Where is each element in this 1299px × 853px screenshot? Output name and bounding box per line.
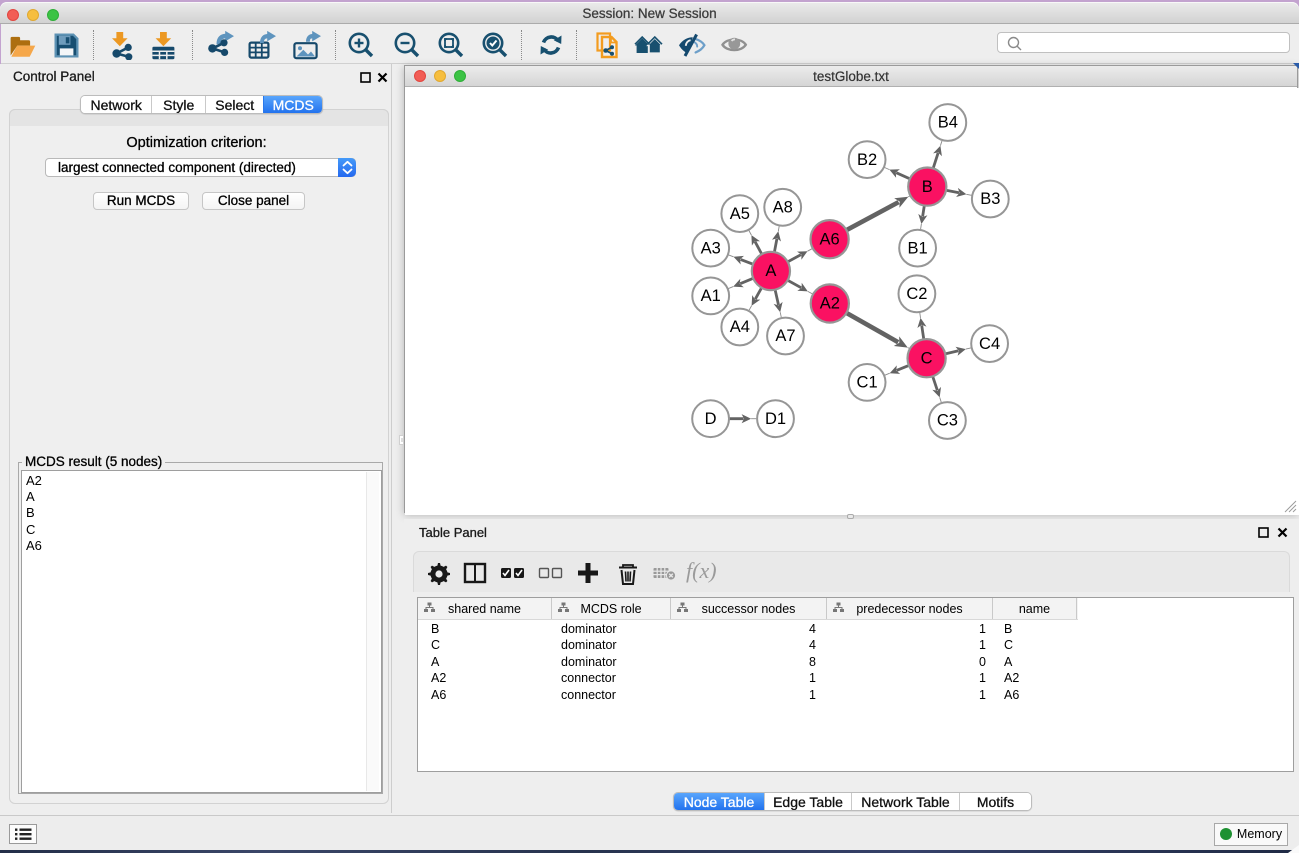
svg-text:B: B (922, 178, 933, 196)
svg-text:B4: B4 (938, 114, 958, 132)
svg-text:C: C (921, 349, 933, 367)
svg-text:B2: B2 (857, 151, 877, 169)
svg-text:A3: A3 (701, 239, 721, 257)
svg-text:A7: A7 (775, 327, 795, 345)
svg-text:B3: B3 (980, 190, 1000, 208)
svg-text:D1: D1 (765, 410, 786, 428)
svg-text:B1: B1 (908, 239, 928, 257)
svg-text:A: A (765, 262, 776, 280)
svg-text:C4: C4 (979, 335, 1000, 353)
svg-text:D: D (705, 410, 717, 428)
svg-text:A4: A4 (730, 318, 750, 336)
svg-text:C1: C1 (857, 374, 878, 392)
svg-text:A6: A6 (820, 230, 840, 248)
svg-text:A2: A2 (820, 295, 840, 313)
svg-text:A5: A5 (730, 205, 750, 223)
svg-text:A8: A8 (773, 199, 793, 217)
svg-text:C3: C3 (937, 412, 958, 430)
svg-text:C2: C2 (906, 285, 927, 303)
svg-text:A1: A1 (701, 287, 721, 305)
